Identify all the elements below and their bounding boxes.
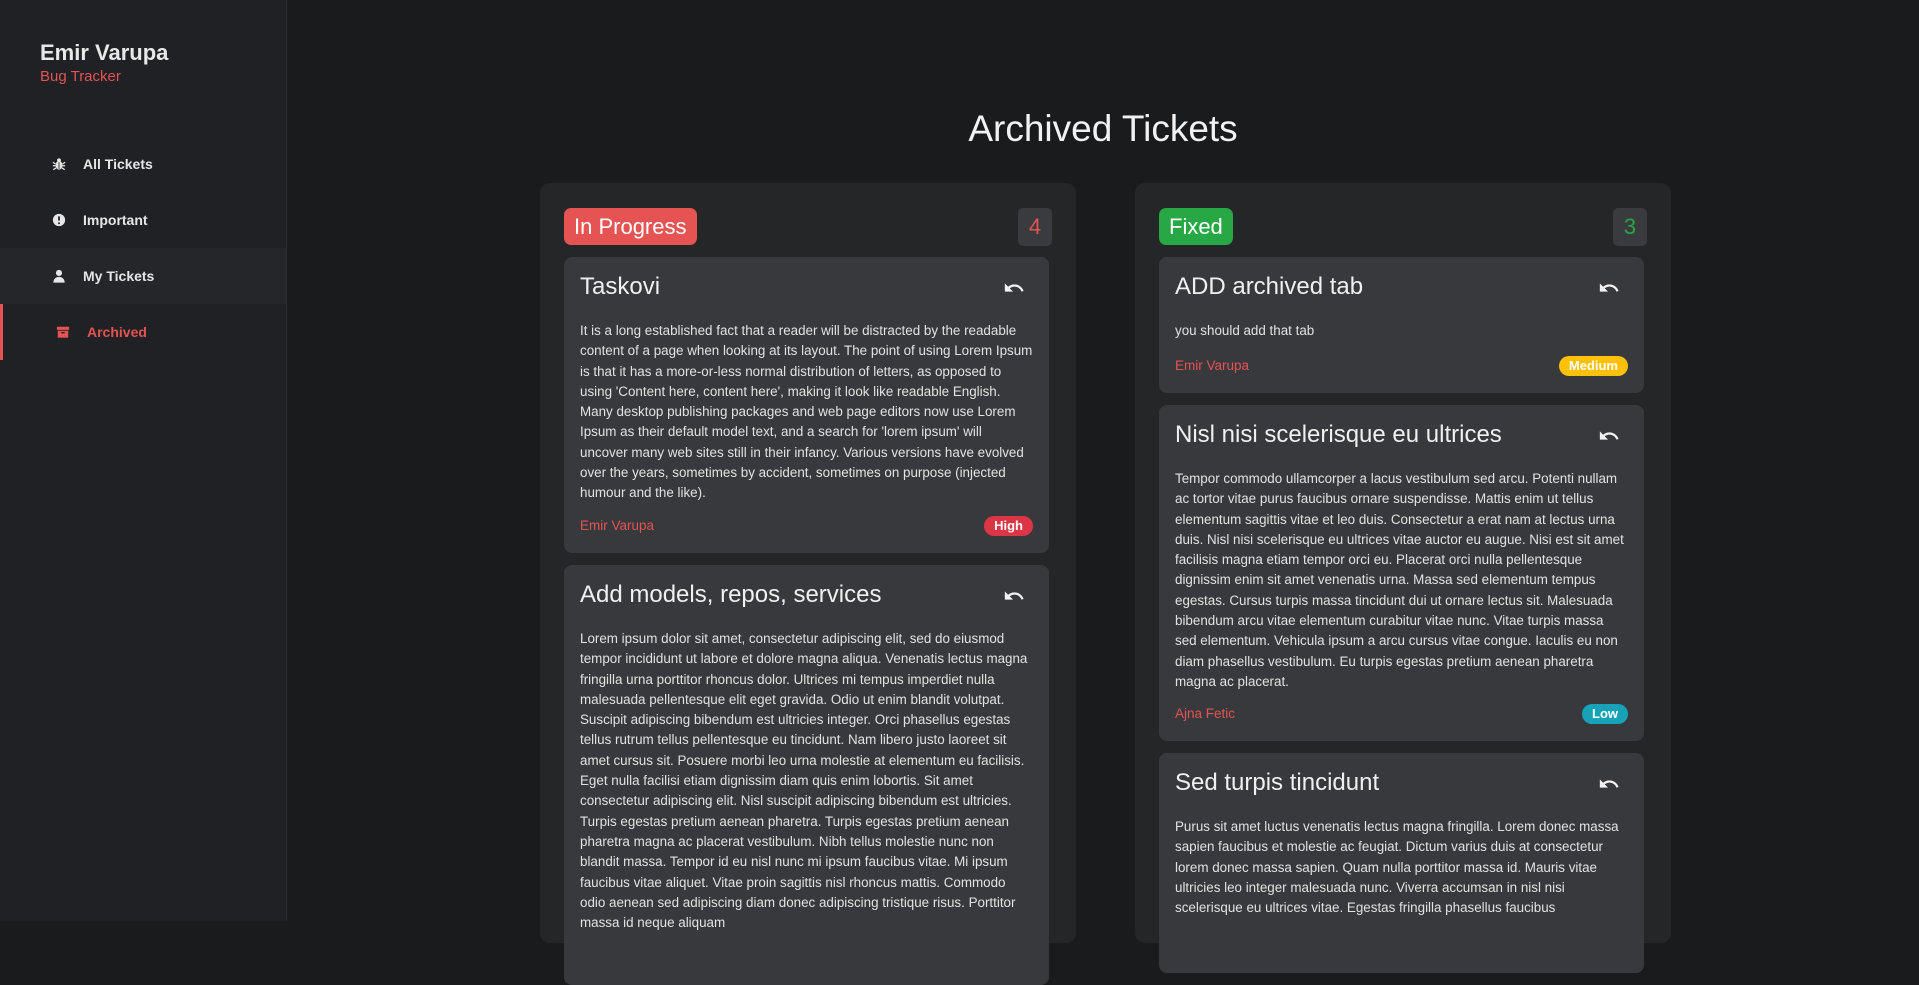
ticket-card[interactable]: Taskovi It is a long established fact th… (564, 257, 1049, 553)
sidebar-item-label: My Tickets (83, 268, 155, 284)
sidebar-nav: All Tickets Important My Tickets Archive… (0, 136, 286, 360)
sidebar-item-label: Archived (87, 324, 147, 340)
brand-subtitle: Bug Tracker (40, 68, 121, 85)
ticket-title: Add models, repos, services (580, 581, 882, 608)
priority-badge: Low (1582, 704, 1628, 724)
ticket-title: Taskovi (580, 273, 661, 300)
restore-button[interactable] (1001, 275, 1027, 301)
column-fixed: Fixed 3 ADD archived tab you should add … (1135, 183, 1671, 973)
priority-badge: High (984, 516, 1033, 536)
ticket-description: Purus sit amet luctus venenatis lectus m… (1175, 819, 1619, 916)
column-in-progress: In Progress 4 Taskovi It is a long estab… (540, 183, 1076, 985)
brand: Emir Varupa Bug Tracker (40, 40, 168, 85)
sidebar-item-all-tickets[interactable]: All Tickets (0, 136, 286, 192)
ticket-author: Ajna Fetic (1175, 706, 1236, 721)
user-icon (52, 269, 66, 283)
ticket-card[interactable]: Sed turpis tincidunt Purus sit amet luct… (1159, 753, 1644, 973)
undo-icon (1004, 283, 1024, 292)
ticket-card[interactable]: Nisl nisi scelerisque eu ultrices Tempor… (1159, 405, 1644, 741)
restore-button[interactable] (1596, 275, 1622, 301)
undo-icon (1599, 283, 1619, 292)
sidebar-item-label: Important (83, 212, 148, 228)
brand-name: Emir Varupa (40, 40, 169, 65)
undo-icon (1004, 591, 1024, 600)
ticket-card[interactable]: ADD archived tab you should add that tab… (1159, 257, 1644, 393)
ticket-description: Tempor commodo ullamcorper a lacus vesti… (1175, 471, 1624, 689)
sidebar: Emir Varupa Bug Tracker All Tickets Impo… (0, 0, 287, 921)
ticket-title: ADD archived tab (1175, 273, 1364, 300)
restore-button[interactable] (1001, 583, 1027, 609)
undo-icon (1599, 779, 1619, 788)
sidebar-item-label: All Tickets (83, 156, 153, 172)
column-header: Fixed 3 (1159, 208, 1647, 246)
ticket-title: Sed turpis tincidunt (1175, 769, 1380, 796)
sidebar-item-important[interactable]: Important (0, 192, 286, 248)
status-label: Fixed (1159, 208, 1233, 245)
ticket-card[interactable]: Add models, repos, services Lorem ipsum … (564, 565, 1049, 985)
sidebar-item-archived[interactable]: Archived (0, 304, 286, 360)
archive-icon (56, 325, 70, 339)
exclamation-circle-icon (52, 213, 66, 227)
restore-button[interactable] (1596, 771, 1622, 797)
ticket-author: Emir Varupa (580, 518, 655, 533)
ticket-description: Lorem ipsum dolor sit amet, consectetur … (580, 631, 1028, 931)
undo-icon (1599, 431, 1619, 440)
ticket-author: Emir Varupa (1175, 358, 1250, 373)
ticket-description: It is a long established fact that a rea… (580, 323, 1033, 501)
status-label: In Progress (564, 208, 697, 245)
sidebar-item-my-tickets[interactable]: My Tickets (0, 248, 286, 304)
bug-icon (52, 157, 66, 171)
ticket-count: 3 (1613, 208, 1647, 246)
ticket-title: Nisl nisi scelerisque eu ultrices (1175, 421, 1502, 448)
page-title: Archived Tickets (968, 108, 1238, 149)
priority-badge: Medium (1558, 356, 1628, 376)
restore-button[interactable] (1596, 423, 1622, 449)
ticket-description: you should add that tab (1175, 323, 1315, 338)
ticket-count: 4 (1018, 208, 1052, 246)
column-header: In Progress 4 (564, 208, 1052, 246)
